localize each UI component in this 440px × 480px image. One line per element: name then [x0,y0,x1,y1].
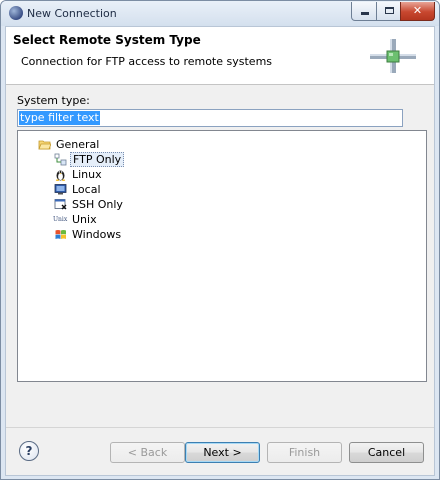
window-title: New Connection [27,7,117,20]
windows-icon [55,230,66,239]
tree-item-label: Unix [72,213,97,226]
tree-item-label: FTP Only [70,152,125,167]
dialog-content: Select Remote System Type Connection for… [5,26,435,476]
button-bar-divider [6,427,434,428]
page-title: Select Remote System Type [13,33,201,47]
minimize-icon [361,12,369,15]
maximize-button[interactable] [376,2,401,21]
maximize-icon [385,7,394,14]
system-type-tree[interactable]: General FTP Only Linux Local SSH Only Un… [17,130,427,382]
minimize-button[interactable] [351,2,377,21]
ssh-icon [54,199,67,210]
network-connection-icon [370,39,416,73]
title-bar[interactable]: New Connection ✕ [1,1,439,26]
tree-group-label: General [56,138,100,151]
dialog-window: New Connection ✕ Select Remote System Ty… [0,0,440,480]
close-button[interactable]: ✕ [400,2,435,21]
linux-penguin-icon [55,170,66,181]
tree-item-label: SSH Only [72,198,123,211]
filter-selected-text: type filter text [19,111,100,125]
finish-button[interactable]: Finish [267,442,342,463]
next-button[interactable]: Next > [185,442,260,463]
close-icon: ✕ [412,4,423,17]
help-button[interactable]: ? [19,441,39,461]
unix-icon: Unix [53,216,68,223]
wizard-header: Select Remote System Type Connection for… [6,27,434,85]
system-type-label: System type: [17,94,90,107]
tree-item-label: Windows [72,228,122,241]
page-description: Connection for FTP access to remote syst… [21,55,273,68]
eclipse-app-icon [9,6,23,20]
tree-item-label: Linux [72,168,102,181]
tree-item-label: Local [72,183,101,196]
local-monitor-icon [54,184,67,195]
folder-open-icon [38,140,51,150]
ftp-icon [54,153,67,166]
back-button[interactable]: < Back [110,442,185,463]
cancel-button[interactable]: Cancel [349,442,424,463]
